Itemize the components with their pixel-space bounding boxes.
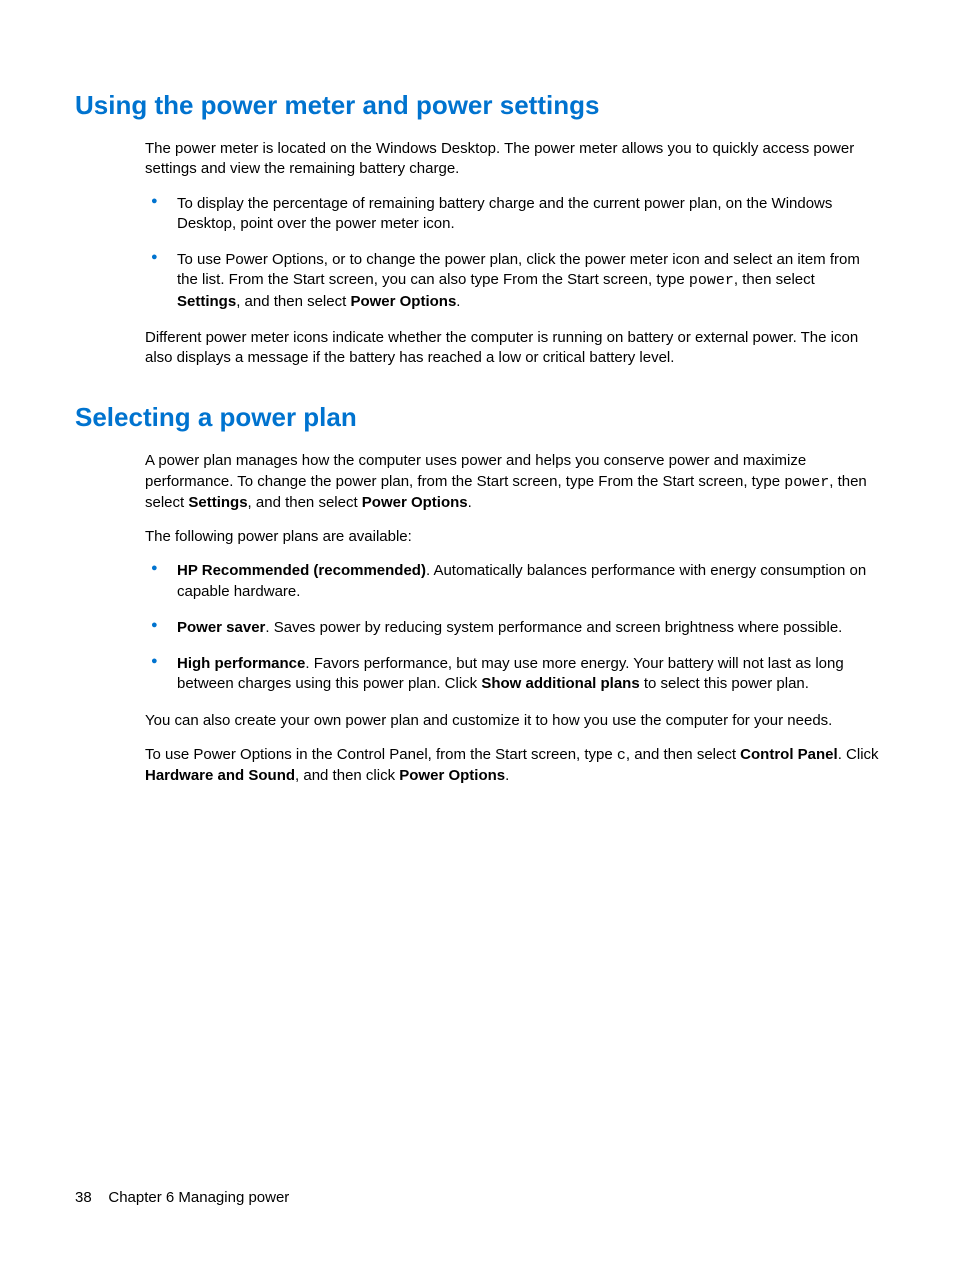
section1-body: The power meter is located on the Window…: [145, 139, 879, 368]
section-power-plan: Selecting a power plan A power plan mana…: [75, 402, 879, 786]
section-power-meter: Using the power meter and power settings…: [75, 90, 879, 368]
plan-high-performance: High performance. Favors performance, bu…: [145, 654, 879, 695]
b2-text-c: , and then select: [236, 293, 350, 310]
plan-power-saver: Power saver. Saves power by reducing sys…: [145, 618, 879, 638]
section2-p1: A power plan manages how the computer us…: [145, 451, 879, 513]
p4-bold-control-panel: Control Panel: [740, 746, 838, 763]
p4-bold-hardware-sound: Hardware and Sound: [145, 767, 295, 784]
section1-bullet-list: To display the percentage of remaining b…: [145, 194, 879, 312]
section2-bullet-list: HP Recommended (recommended). Automatica…: [145, 561, 879, 694]
p4-bold-power-options: Power Options: [399, 767, 505, 784]
plan3-show-additional: Show additional plans: [481, 675, 639, 692]
section2-body: A power plan manages how the computer us…: [145, 451, 879, 786]
b2-code: power: [689, 272, 734, 289]
p4-d: , and then click: [295, 767, 399, 784]
p1-bold-settings: Settings: [188, 494, 247, 511]
p4-b: , and then select: [626, 746, 740, 763]
document-page: Using the power meter and power settings…: [0, 0, 954, 786]
p1-a: A power plan manages how the computer us…: [145, 452, 806, 489]
p4-e: .: [505, 767, 509, 784]
b2-bold-settings: Settings: [177, 293, 236, 310]
page-footer: 38 Chapter 6 Managing power: [75, 1189, 289, 1206]
plan-hp-recommended: HP Recommended (recommended). Automatica…: [145, 561, 879, 602]
p4-a: To use Power Options in the Control Pane…: [145, 746, 617, 763]
chapter-label: Chapter 6 Managing power: [108, 1189, 289, 1206]
plan3-b: to select this power plan.: [640, 675, 809, 692]
p1-c: , and then select: [248, 494, 362, 511]
heading-power-meter: Using the power meter and power settings: [75, 90, 879, 121]
section2-p3: You can also create your own power plan …: [145, 711, 879, 731]
p1-d: .: [468, 494, 472, 511]
p4-c: . Click: [838, 746, 879, 763]
section2-p4: To use Power Options in the Control Pane…: [145, 745, 879, 787]
p1-bold-power-options: Power Options: [362, 494, 468, 511]
plan1-name: HP Recommended (recommended): [177, 562, 426, 579]
page-number: 38: [75, 1189, 92, 1206]
section1-bullet-2: To use Power Options, or to change the p…: [145, 250, 879, 312]
plan3-name: High performance: [177, 655, 305, 672]
plan2-desc: . Saves power by reducing system perform…: [265, 619, 842, 636]
p4-code: c: [617, 747, 626, 764]
b2-bold-power-options: Power Options: [350, 293, 456, 310]
section1-intro: The power meter is located on the Window…: [145, 139, 879, 180]
plan2-name: Power saver: [177, 619, 265, 636]
section1-outro: Different power meter icons indicate whe…: [145, 328, 879, 369]
p1-code: power: [784, 474, 829, 491]
b2-text-b: , then select: [734, 271, 815, 288]
section2-p2: The following power plans are available:: [145, 527, 879, 547]
b2-text-d: .: [456, 293, 460, 310]
section1-bullet-1: To display the percentage of remaining b…: [145, 194, 879, 235]
heading-power-plan: Selecting a power plan: [75, 402, 879, 433]
